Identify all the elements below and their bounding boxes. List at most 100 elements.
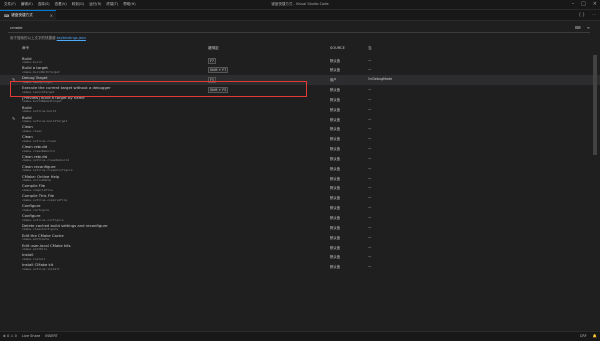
vertical-scrollbar[interactable] (592, 55, 598, 330)
window-controls: – □ × (572, 1, 597, 7)
errors-icon[interactable]: ⊗ 0 ⚠ 0 (3, 334, 17, 338)
when-value: — (368, 264, 372, 269)
when-value: — (368, 57, 372, 62)
table-row[interactable]: Clean cmake.outline.clean 默认值 — (0, 134, 600, 144)
when-value: — (368, 254, 372, 259)
source-value: 默认值 (330, 127, 340, 132)
command-id: cmake.editCache (22, 237, 50, 242)
table-row[interactable]: Configure cmake.outline.configure 默认值 — (0, 213, 600, 223)
source-value: 默认值 (330, 137, 340, 142)
edit-icon[interactable]: ✎ (12, 116, 15, 121)
command-id: cmake.onlineHelp (22, 178, 51, 183)
source-value: 默认值 (330, 265, 340, 270)
command-id: cmake.build (22, 60, 42, 64)
source-value: 默认值 (330, 176, 340, 181)
table-row[interactable]: Build cmake.outline.build 默认值 — (0, 104, 600, 114)
when-value: — (368, 205, 372, 210)
editor-actions: { } ⋯ (579, 12, 596, 17)
when-value: — (368, 244, 372, 249)
table-header: 命令 键绑定 SOURCE 当 (0, 46, 600, 53)
source-value: 默认值 (330, 216, 340, 220)
table-row[interactable]: ✎ Build cmake.outline.buildTarget 默认值 — (0, 114, 600, 124)
source-value: 默认值 (330, 107, 340, 112)
insert-mode: INSERT (45, 334, 58, 338)
source-value: 默认值 (330, 186, 340, 191)
table-row[interactable]: Clean cmake.clean 默认值 — (0, 124, 600, 134)
when-value: — (368, 234, 372, 239)
tab-close-icon[interactable]: × (50, 13, 53, 18)
when-value: — (368, 87, 372, 92)
source-value: 默认值 (330, 206, 340, 211)
table-row[interactable]: Build cmake.build F7 默认值 — (0, 55, 600, 65)
keybinding-value: F7 (208, 57, 216, 64)
hint-text: 用于搜索的以上文字的快捷键 (10, 36, 56, 40)
command-id: cmake.compileFile (22, 187, 53, 192)
table-row[interactable]: Compile File cmake.compileFile 默认值 — (0, 183, 600, 193)
command-id: cmake.buildWithTarget (22, 69, 60, 74)
title-bar: 文件(F) 编辑(E) 选择(S) 查看(V) 转到(G) 运行(R) 终端(T… (0, 0, 600, 10)
command-id: cmake.outline.cleanConfigure (22, 168, 73, 173)
command-id: cmake.outline.clean (22, 138, 57, 143)
keyboard-icon: ⌨ (4, 13, 10, 18)
maximize-icon[interactable]: □ (581, 1, 586, 7)
command-id: cmake.clean (22, 128, 42, 133)
tab-keyboard-shortcuts[interactable]: ⌨ 键盘快捷方式 × (0, 10, 56, 20)
source-value: 默认值 (330, 117, 340, 122)
status-left: ⊗ 0 ⚠ 0 Live Share INSERT (3, 334, 58, 338)
table-row[interactable]: Edit user-local CMake kits cmake.editKits… (0, 242, 600, 252)
notifications-icon[interactable]: 🔔 (593, 334, 597, 338)
command-id: cmake.install (22, 256, 46, 261)
table-row[interactable]: Configure cmake.configure 默认值 — (0, 203, 600, 213)
open-json-icon[interactable]: { } (579, 12, 585, 17)
source-value: 默认值 (330, 68, 340, 73)
source-value: 用户 (330, 78, 337, 83)
command-id: cmake.outline.build (22, 109, 57, 114)
header-command: 命令 (22, 46, 30, 50)
tab-label: 键盘快捷方式 (11, 13, 33, 17)
line-ending[interactable]: CRF (580, 334, 587, 338)
table-row[interactable]: Edit the CMake Cache cmake.editCache 默认值 — (0, 232, 600, 242)
when-value: — (368, 224, 372, 229)
scrollbar-thumb[interactable] (593, 55, 597, 155)
source-value: 默认值 (330, 97, 340, 102)
header-when: 当 (368, 46, 372, 50)
close-icon[interactable]: × (593, 1, 597, 7)
command-id: cmake.cleanConfigure (22, 227, 59, 232)
when-value: — (368, 215, 372, 219)
command-id: cmake.configure (22, 207, 50, 212)
table-row[interactable]: Clean rebuild cmake.outline.cleanRebuild 默… (0, 153, 600, 163)
table-row[interactable]: Delete cached build settings and reconfi… (0, 222, 600, 232)
when-value: — (368, 175, 372, 180)
search-input[interactable] (8, 24, 550, 31)
source-value: 默认值 (330, 225, 340, 230)
command-id: cmake.buildNamedTarget (22, 99, 62, 104)
table-row[interactable]: Clean reconfigure cmake.outline.cleanConf… (0, 163, 600, 173)
when-value: — (368, 136, 372, 141)
record-keys-icon[interactable]: ⌨ (575, 25, 581, 30)
table-row[interactable]: CMake: Online Help cmake.onlineHelp 默认值 — (0, 173, 600, 183)
table-row[interactable]: Build a target cmake.buildWithTarget Shift… (0, 65, 600, 75)
keybindings-json-link[interactable]: keybindings.json (57, 36, 86, 40)
table-row[interactable]: Clean rebuild cmake.cleanRebuild 默认值 — (0, 144, 600, 154)
when-value: !inDebugMode (368, 77, 393, 82)
table-row[interactable]: Install CMake kit cmake.outline.install 默认… (0, 262, 600, 272)
when-value: — (368, 195, 372, 200)
source-value: 默认值 (330, 58, 340, 63)
when-value: — (368, 116, 372, 121)
when-value: — (368, 67, 372, 72)
source-value: 默认值 (330, 255, 340, 260)
when-value: — (368, 155, 372, 160)
command-id: cmake.outline.compileFile (22, 197, 68, 202)
source-value: 默认值 (330, 235, 340, 240)
header-source: SOURCE (330, 46, 345, 50)
live-share[interactable]: Live Share (22, 334, 40, 338)
when-value: — (368, 146, 372, 151)
more-actions-icon[interactable]: ⋯ (592, 12, 596, 17)
table-row[interactable]: Install cmake.install 默认值 — (0, 252, 600, 262)
sort-icon[interactable]: ≡ (587, 25, 590, 30)
table-row[interactable]: Compile This File cmake.outline.compileFi… (0, 193, 600, 203)
command-id: cmake.outline.configure (22, 217, 64, 222)
keybindings-search: ⌨ ≡ (8, 24, 590, 33)
command-id: cmake.cleanRebuild (22, 148, 55, 153)
minimize-icon[interactable]: – (572, 1, 575, 7)
